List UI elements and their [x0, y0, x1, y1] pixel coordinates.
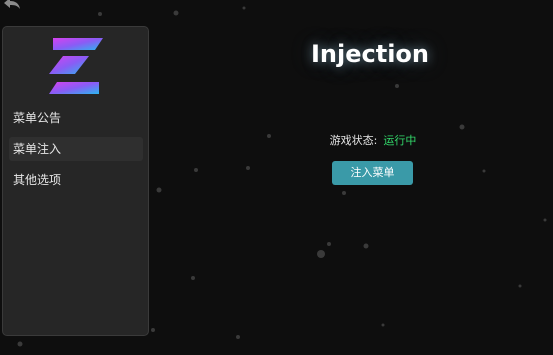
- app-logo-icon: [49, 38, 103, 94]
- sidebar-item-injection[interactable]: 菜单注入: [9, 137, 143, 161]
- sidebar: 菜单公告 菜单注入 其他选项: [2, 26, 149, 336]
- page-title: Injection: [310, 40, 430, 68]
- sidebar-item-other-options[interactable]: 其他选项: [9, 168, 143, 192]
- game-status: 游戏状态: 运行中: [300, 132, 446, 150]
- back-arrow-icon[interactable]: [2, 0, 22, 11]
- status-label: 游戏状态:: [329, 134, 378, 147]
- status-value: 运行中: [383, 134, 417, 147]
- inject-menu-button[interactable]: 注入菜单: [332, 161, 413, 185]
- sidebar-item-announcement[interactable]: 菜单公告: [9, 106, 143, 130]
